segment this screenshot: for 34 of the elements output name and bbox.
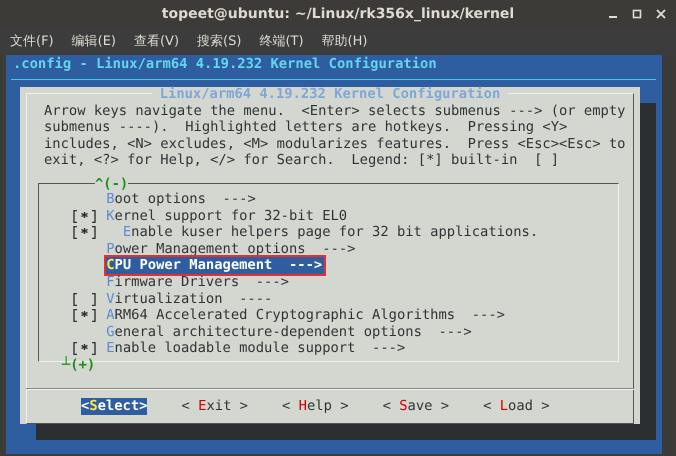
checkbox[interactable] [73, 342, 96, 356]
menu-item[interactable]: Enable kuser helpers page for 32 bit applications. [122, 224, 540, 241]
checkbox[interactable] [73, 226, 96, 240]
menu-item[interactable]: General architecture-dependent options ---> [106, 324, 474, 340]
menu-item[interactable]: 查看(V) [134, 32, 180, 50]
menu-item[interactable]: Kernel support for 32-bit EL0 [106, 208, 350, 224]
menu-item[interactable]: Enable loadable module support ---> [106, 340, 408, 357]
menu-item[interactable]: Firmware Drivers ---> [106, 274, 291, 291]
menu-item[interactable]: 终端(T) [259, 32, 304, 50]
checkbox[interactable] [73, 210, 96, 223]
dialog-button[interactable]: < Exit > [182, 398, 248, 414]
help-text: Arrow keys navigate the menu. <Enter> selects submenus ---> (or empty submenus ----). Highlighted letters are hotkeys. Pressing <Y> includes, <N> excludes, <M> modularizes features. Press <Esc><Esc> to exit, <?> for Help, </> for Search. Legend: [*] built-in [ ] [43, 102, 626, 169]
menu-item[interactable]: 编辑(E) [72, 32, 116, 50]
scroll-up-indicator: ^(-) [95, 176, 128, 191]
menu-item[interactable]: Power Management options ---> [106, 240, 358, 258]
dialog-button[interactable]: < Load > [483, 398, 550, 414]
dialog-button[interactable]: < Help > [282, 398, 349, 414]
menu-item[interactable]: 文件(F) [10, 32, 54, 50]
window-title: topeet@ubuntu: ~/Linux/rk356x_linux/kernel [162, 6, 514, 22]
checkbox[interactable] [73, 309, 96, 322]
dialog-button[interactable]: <Select> [81, 398, 148, 414]
scroll-down-indicator: ┴(+) [62, 358, 96, 372]
menu-item[interactable]: Virtualization ---- [106, 290, 274, 308]
maximize-icon[interactable] [632, 9, 642, 19]
menu-item[interactable]: ARM64 Accelerated Cryptographic Algorithms ---> [106, 307, 507, 324]
menu-item[interactable]: 搜索(S) [197, 32, 242, 50]
menu-item[interactable]: Boot options ---> [106, 190, 258, 208]
menu-item[interactable]: CPU Power Management ---> [106, 257, 324, 274]
dialog-title: Linux/arm64 4.19.232 Kernel Configuration [158, 86, 502, 101]
close-icon[interactable] [656, 9, 666, 19]
config-header: .config - Linux/arm64 4.19.232 Kernel Configuration [12, 56, 438, 73]
menu-item[interactable]: 帮助(H) [322, 32, 368, 50]
checkbox[interactable] [73, 292, 96, 306]
dialog-button[interactable]: < Save > [382, 398, 450, 414]
